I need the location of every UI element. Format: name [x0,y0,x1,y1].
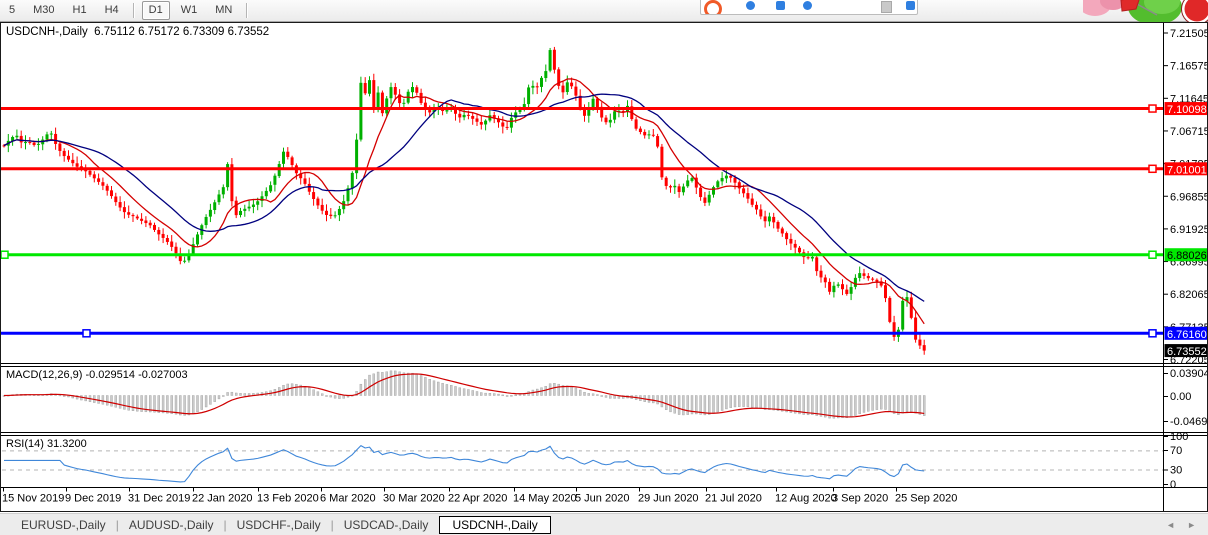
line-handle[interactable] [1149,165,1156,172]
date-label: 12 Aug 2020 [775,493,837,505]
toolbar-separator [246,3,248,18]
chart-canvas[interactable]: 7.215057.165757.116457.067157.017856.968… [0,0,1208,535]
tab-scroll-right-icon[interactable]: ► [1181,520,1202,530]
date-label: 9 Dec 2019 [65,493,121,505]
metatrader-window: 5M30H1H4D1W1MN 7.215057.165 [0,0,1208,535]
macd-label: MACD(12,26,9) -0.029514 -0.027003 [6,369,188,381]
price-axis[interactable]: 7.215057.165757.116457.067157.017856.968… [1163,22,1208,511]
price-tick-label: 7.16575 [1170,61,1208,73]
date-label: 21 Jul 2020 [705,493,762,505]
tab-usdcnh-daily[interactable]: USDCNH-,Daily [439,516,550,534]
mascot-svg [1083,0,1208,22]
date-label: 14 May 2020 [513,493,577,505]
line-handle[interactable] [1149,251,1156,258]
timeframe-button-h4[interactable]: H4 [98,1,126,20]
timeframe-button-d1[interactable]: D1 [142,1,170,20]
chart-title: USDCNH-,Daily 6.75112 6.75172 6.73309 6.… [6,26,269,38]
timeframe-button-5[interactable]: 5 [2,1,22,20]
timeframe-toolbar: 5M30 H1H4 D1W1MN [0,0,1208,22]
macd-axis-label: 0.00 [1170,391,1191,403]
date-label: 22 Jan 2020 [192,493,253,505]
date-label: 5 Jun 2020 [575,493,629,505]
line-handle[interactable] [1,251,8,258]
line-handle[interactable] [1149,105,1156,112]
level-price-label: 6.88026 [1167,250,1207,262]
orange-logo-icon[interactable] [704,0,722,15]
price-tick-label: 7.21505 [1170,28,1208,40]
macd-axis-label: -0.046959 [1170,416,1208,428]
current-price-label: 6.73552 [1167,346,1207,358]
rsi-label: RSI(14) 31.3200 [6,438,87,450]
rsi-axis-label: 70 [1170,445,1182,457]
chart-tabs: EURUSD-,Daily|AUDUSD-,Daily|USDCHF-,Dail… [12,516,553,534]
date-label: 31 Dec 2019 [128,493,190,505]
toolbar-separator [133,3,135,18]
tab-eurusd-daily[interactable]: EURUSD-,Daily [12,516,115,534]
chart-tab-bar: EURUSD-,Daily|AUDUSD-,Daily|USDCHF-,Dail… [0,513,1208,535]
blue-square-icon[interactable] [906,1,915,10]
date-label: 25 Sep 2020 [895,493,957,505]
date-label: 30 Mar 2020 [383,493,445,505]
date-label: 22 Apr 2020 [448,493,507,505]
macd-axis-label: 0.039044 [1170,368,1208,380]
tab-usdcad-daily[interactable]: USDCAD-,Daily [335,516,438,534]
mascot-graphic [1083,0,1208,22]
timeframe-button-m30[interactable]: M30 [26,1,61,20]
price-tick-label: 7.06715 [1170,126,1208,138]
date-label: 15 Nov 2019 [2,493,64,505]
timeframe-button-mn[interactable]: MN [208,1,239,20]
date-label: 3 Sep 2020 [832,493,888,505]
price-tick-label: 6.96855 [1170,191,1208,203]
blue-round-icon[interactable] [803,1,812,10]
line-handle[interactable] [1149,330,1156,337]
blue-dot-icon[interactable] [746,1,755,10]
date-label: 6 Mar 2020 [320,493,376,505]
rsi-axis-label: 0 [1170,479,1176,491]
price-tick-label: 6.91925 [1170,224,1208,236]
tab-usdchf-daily[interactable]: USDCHF-,Daily [228,516,330,534]
tab-audusd-daily[interactable]: AUDUSD-,Daily [120,516,223,534]
date-label: 29 Jun 2020 [638,493,699,505]
tab-scroll-left-icon[interactable]: ◄ [1160,520,1181,530]
blue-tool-icon[interactable] [776,1,785,10]
date-label: 13 Feb 2020 [257,493,319,505]
chart-title-quotes: 6.75112 6.75172 6.73309 6.73552 [94,26,269,38]
document-icon[interactable] [881,1,892,13]
timeframe-button-h1[interactable]: H1 [66,1,94,20]
floating-toolbar [700,0,918,15]
timeframe-button-w1[interactable]: W1 [174,1,205,20]
timeframe-buttons: 5M30 H1H4 D1W1MN [0,1,253,20]
line-handle[interactable] [83,330,90,337]
level-price-label: 6.76160 [1167,329,1207,341]
level-price-label: 7.10098 [1167,104,1207,116]
chart-title-symbol: USDCNH-,Daily [6,26,88,38]
rsi-axis-label: 30 [1170,465,1182,477]
price-tick-label: 6.82065 [1170,289,1208,301]
level-price-label: 7.01001 [1167,164,1207,176]
tab-scroll-arrows: ◄► [1160,520,1202,530]
